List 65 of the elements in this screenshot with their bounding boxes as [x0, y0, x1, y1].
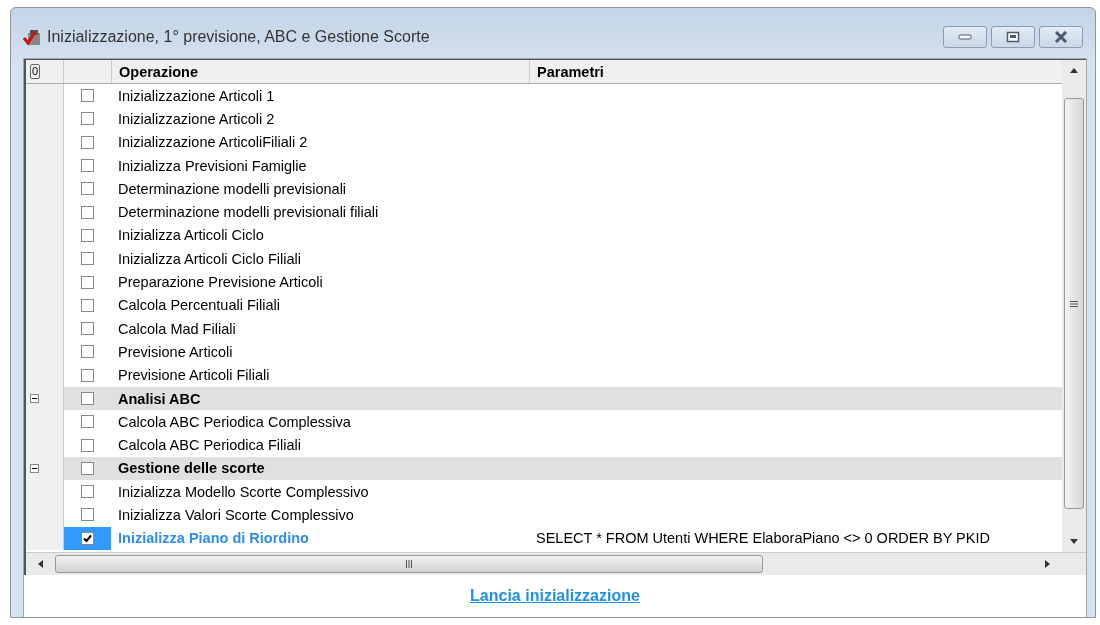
checkbox[interactable]	[81, 205, 94, 219]
maximize-button[interactable]	[991, 26, 1035, 48]
operation-cell: Inizializzazione ArticoliFiliali 2	[118, 134, 308, 151]
checkbox[interactable]	[81, 112, 94, 126]
operation-cell: Determinazione modelli previsionali filiali	[118, 204, 379, 221]
checkbox[interactable]	[81, 508, 94, 522]
scroll-up-icon[interactable]	[1070, 68, 1078, 73]
checkbox[interactable]	[81, 182, 94, 196]
operation-cell: Previsione Articoli	[118, 343, 233, 360]
operation-cell: Inizializzazione Articoli 1	[118, 87, 275, 104]
checkbox[interactable]	[81, 392, 94, 405]
checkbox[interactable]	[81, 485, 94, 499]
group-row[interactable]: Analisi ABC	[26, 386, 1062, 411]
checkbox[interactable]	[81, 415, 94, 429]
grip-icon	[406, 560, 412, 568]
operation-cell: Determinazione modelli previsionali	[118, 180, 347, 197]
close-button[interactable]	[1039, 26, 1083, 48]
checkbox[interactable]	[81, 89, 94, 103]
operation-cell: Analisi ABC	[118, 390, 201, 407]
operation-cell: Preparazione Previsione Articoli	[118, 274, 323, 290]
grip-icon	[1070, 300, 1078, 307]
checkbox[interactable]	[81, 135, 94, 149]
checkbox[interactable]	[81, 275, 94, 289]
checkbox[interactable]	[81, 531, 94, 545]
collapse-icon[interactable]	[30, 394, 39, 403]
vertical-scrollbar[interactable]	[1062, 60, 1086, 552]
checkbox[interactable]	[81, 461, 94, 475]
operation-cell: Gestione delle scorte	[118, 460, 265, 477]
window-title: Inizializzazione, 1° previsione, ABC e Gestione Scorte	[47, 28, 431, 46]
scrollbar-thumb[interactable]	[55, 555, 763, 573]
checkbox[interactable]	[81, 345, 94, 359]
operation-cell: Inizializza Articoli Ciclo Filiali	[118, 250, 301, 267]
checkbox[interactable]	[81, 368, 94, 382]
operation-cell: Calcola ABC Periodica Filiali	[118, 437, 301, 454]
scroll-right-icon[interactable]	[1045, 560, 1050, 568]
collapse-icon[interactable]	[30, 463, 39, 473]
minimize-icon	[958, 33, 972, 41]
operation-cell: Calcola ABC Periodica Complessiva	[118, 413, 351, 430]
selected-cell[interactable]	[64, 526, 111, 550]
operation-cell: Calcola Percentuali Filiali	[118, 297, 280, 314]
checkbox[interactable]	[81, 298, 94, 312]
checkbox[interactable]	[81, 322, 94, 336]
group-row[interactable]: Gestione delle scorte	[26, 456, 1062, 481]
checkbox[interactable]	[81, 228, 94, 242]
checkbox[interactable]	[81, 438, 94, 452]
operation-cell: Previsione Articoli Filiali	[118, 367, 270, 384]
operation-cell: Inizializza Valori Scorte Complessivo	[118, 507, 354, 523]
operation-cell: Inizializza Previsioni Famiglie	[118, 157, 307, 174]
checkbox[interactable]	[81, 159, 94, 173]
operation-cell: Calcola Mad Filiali	[118, 320, 236, 337]
maximize-icon	[1006, 31, 1020, 43]
close-icon	[1053, 31, 1069, 43]
operation-cell: Inizializza Articoli Ciclo	[118, 227, 264, 244]
column-header[interactable]: Operazione	[111, 60, 529, 83]
horizontal-scrollbar[interactable]	[26, 552, 1086, 575]
operation-cell: Inizializza Modello Scorte Complessivo	[118, 483, 369, 500]
checkbox[interactable]	[81, 252, 94, 266]
corner-label: 0	[30, 64, 41, 79]
scroll-left-icon[interactable]	[38, 560, 43, 568]
scrollbar-thumb[interactable]	[1064, 98, 1084, 509]
operation-cell: Inizializzazione Articoli 2	[118, 110, 275, 127]
operation-cell: Inizializza Piano di Riordino	[118, 530, 309, 547]
parameters-cell: SELECT * FROM Utenti WHERE ElaboraPiano <> 0 ORDER BY PKID	[536, 530, 990, 547]
app-icon	[23, 27, 43, 47]
scroll-down-icon[interactable]	[1070, 539, 1078, 544]
